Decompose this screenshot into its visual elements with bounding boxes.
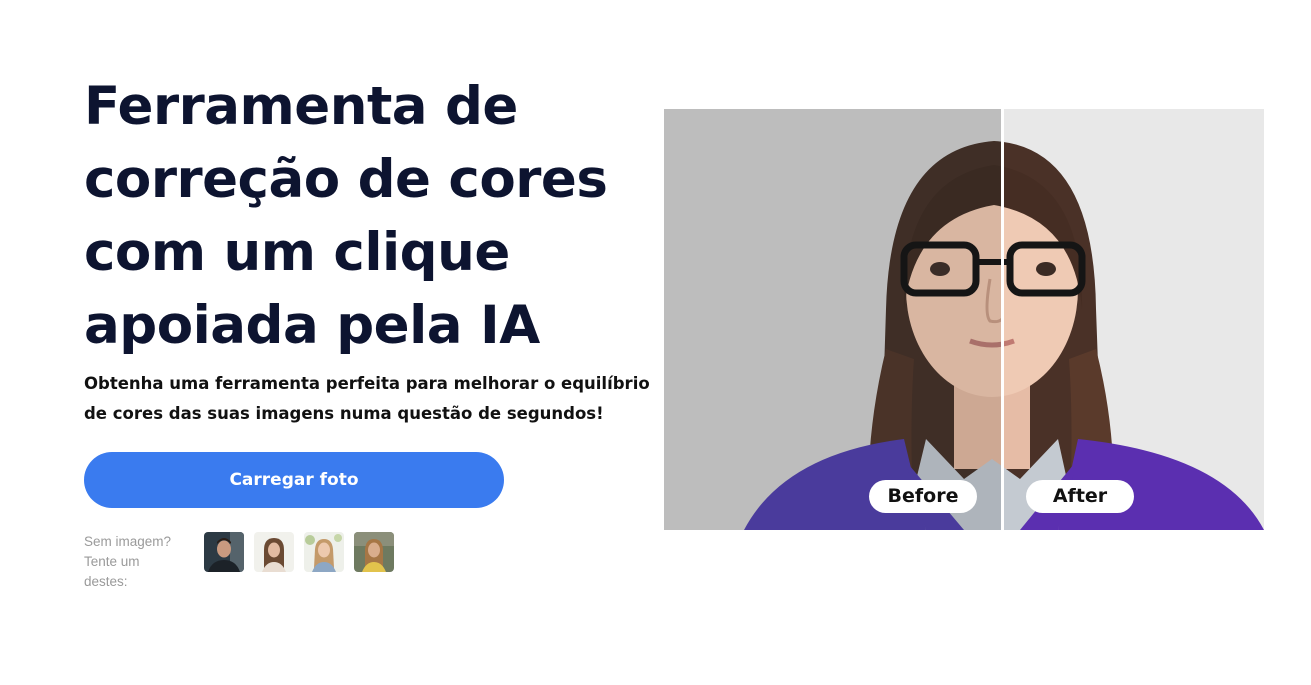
samples-label-line: Tente um [84,554,140,569]
sample-images [204,532,394,572]
page-title-line: Ferramenta de [84,76,518,137]
upload-photo-button[interactable]: Carregar foto [84,452,504,508]
page-title-line: com um clique [84,222,510,283]
page-title-line: correção de cores [84,149,608,210]
after-label: After [1026,480,1134,513]
before-label: Before [869,480,977,513]
samples-label-line: Sem imagem? [84,534,172,549]
comparison-slider-handle[interactable] [1001,109,1004,530]
sample-image-man[interactable] [204,532,244,572]
page-subtitle-line: de cores das suas imagens numa questão d… [84,404,604,423]
sample-image-woman-2[interactable] [304,532,344,572]
sample-image-woman-1[interactable] [254,532,294,572]
sample-image-woman-3[interactable] [354,532,394,572]
comparison-photo [664,109,1264,530]
page-title: Ferramenta de correção de cores com um c… [84,70,644,362]
page-title-line: apoiada pela IA [84,295,540,356]
samples-label-line: destes: [84,574,128,589]
page-subtitle: Obtenha uma ferramenta perfeita para mel… [84,369,650,429]
samples-label: Sem imagem? Tente um destes: [84,532,184,592]
page: Ferramenta de correção de cores com um c… [0,0,1311,685]
page-subtitle-line: Obtenha uma ferramenta perfeita para mel… [84,374,650,393]
before-after-comparison[interactable]: Before After [664,109,1264,530]
